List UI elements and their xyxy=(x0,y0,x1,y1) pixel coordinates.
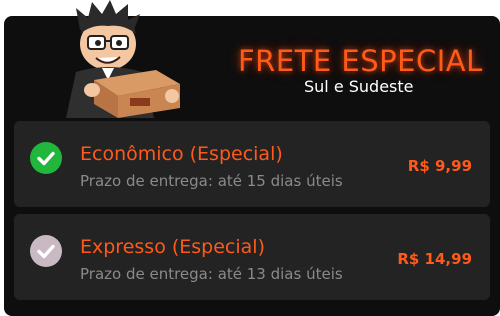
shipping-option-expresso[interactable]: Expresso (Especial) Prazo de entrega: at… xyxy=(14,214,490,300)
option-price: R$ 9,99 xyxy=(407,157,472,175)
check-circle-icon[interactable] xyxy=(30,142,62,174)
check-circle-icon[interactable] xyxy=(30,235,62,267)
page-subtitle: Sul e Sudeste xyxy=(304,77,414,96)
page-title: FRETE ESPECIAL xyxy=(238,44,483,78)
shipping-option-economico[interactable]: Econômico (Especial) Prazo de entrega: a… xyxy=(14,121,490,207)
option-delivery-time: Prazo de entrega: até 15 dias úteis xyxy=(80,172,343,190)
option-delivery-time: Prazo de entrega: até 13 dias úteis xyxy=(80,265,343,283)
option-title: Expresso (Especial) xyxy=(80,236,265,258)
option-price: R$ 14,99 xyxy=(397,250,472,268)
mascot-delivery-illustration xyxy=(58,0,184,118)
option-title: Econômico (Especial) xyxy=(80,143,283,165)
